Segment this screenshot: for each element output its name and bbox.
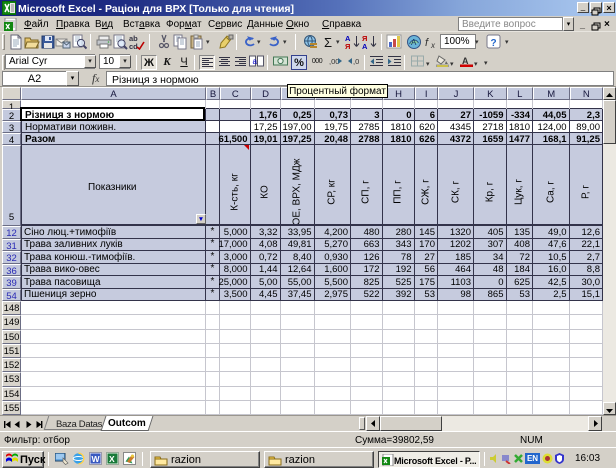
- svg-text:W: W: [92, 454, 101, 464]
- svg-text:X: X: [109, 454, 115, 464]
